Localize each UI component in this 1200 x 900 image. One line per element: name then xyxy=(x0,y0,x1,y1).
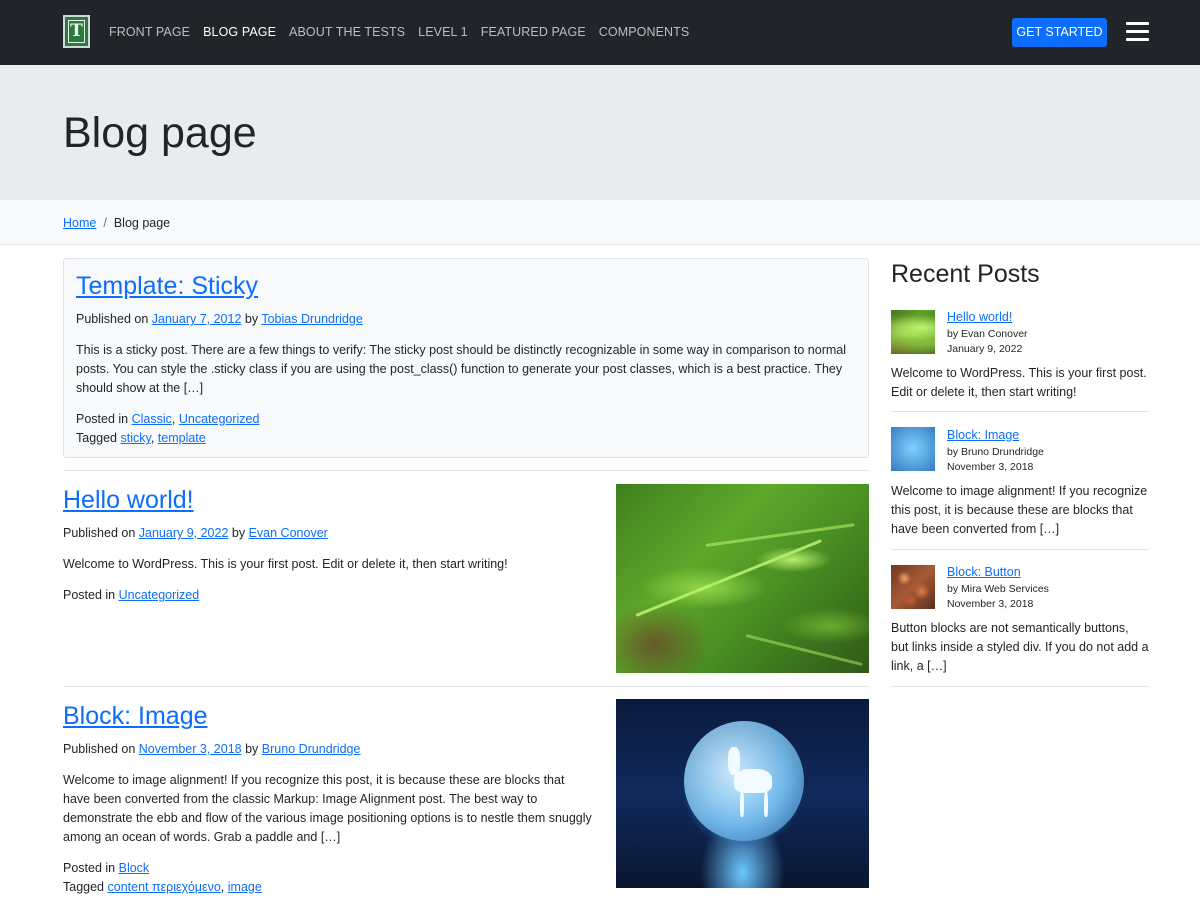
post-excerpt: Welcome to WordPress. This is your first… xyxy=(63,557,508,571)
post-block-image: Block: Image Published on November 3, 20… xyxy=(63,701,593,897)
divider xyxy=(63,470,869,471)
recent-post-date: January 9, 2022 xyxy=(947,343,1023,355)
primary-nav: FRONT PAGE BLOG PAGE ABOUT THE TESTS LEV… xyxy=(109,24,689,40)
recent-post-byline: by Mira Web Services xyxy=(947,583,1049,595)
posted-in-label: Posted in xyxy=(63,861,116,875)
breadcrumb-home-link[interactable]: Home xyxy=(63,216,96,230)
recent-post-link[interactable]: Hello world! xyxy=(947,309,1012,325)
category-link[interactable]: Uncategorized xyxy=(119,588,200,602)
divider xyxy=(891,686,1149,687)
get-started-button[interactable]: GET STARTED xyxy=(1012,18,1107,47)
breadcrumb-separator: / xyxy=(103,216,107,230)
nav-link-front-page[interactable]: FRONT PAGE xyxy=(109,24,190,40)
recent-post-date: November 3, 2018 xyxy=(947,461,1034,473)
tag-link[interactable]: template xyxy=(158,431,206,445)
nav-link-about-the-tests[interactable]: ABOUT THE TESTS xyxy=(289,24,405,40)
breadcrumb-current: Blog page xyxy=(113,216,171,230)
post-thumbnail-unicorn[interactable] xyxy=(616,699,869,888)
divider xyxy=(891,411,1149,412)
post-title-link[interactable]: Block: Image xyxy=(63,702,208,730)
post-categories: Posted in Uncategorized xyxy=(63,586,593,605)
post-title: Hello world! xyxy=(63,485,593,515)
category-link[interactable]: Classic xyxy=(132,412,172,426)
post-tags: Tagged sticky, template xyxy=(76,431,206,445)
tag-link[interactable]: content περιεχόμενο xyxy=(108,880,221,894)
site-logo[interactable]: T xyxy=(63,15,90,48)
posted-in-label: Posted in xyxy=(76,412,129,426)
recent-post-thumbnail[interactable] xyxy=(891,310,935,354)
post-tags: Tagged content περιεχόμενο, image xyxy=(63,880,262,894)
published-label: Published on xyxy=(63,742,136,756)
recent-post-excerpt: Button blocks are not semantically butto… xyxy=(891,621,1149,673)
breadcrumb: Home / Blog page xyxy=(0,200,1200,245)
post-categories: Posted in Block xyxy=(63,859,593,878)
post-meta: Published on November 3, 2018 by Bruno D… xyxy=(63,741,593,757)
post-title-link[interactable]: Template: Sticky xyxy=(76,272,258,300)
nav-link-level-1[interactable]: LEVEL 1 xyxy=(418,24,468,40)
published-label: Published on xyxy=(63,526,136,540)
nav-link-featured-page[interactable]: FEATURED PAGE xyxy=(481,24,586,40)
posted-in-label: Posted in xyxy=(63,588,116,602)
by-label: by xyxy=(244,312,259,326)
recent-posts-title: Recent Posts xyxy=(891,260,1040,288)
by-label: by xyxy=(231,526,246,540)
recent-post-thumbnail[interactable] xyxy=(891,427,935,471)
post-hello-world: Hello world! Published on January 9, 202… xyxy=(63,485,593,605)
divider xyxy=(891,549,1149,550)
tag-link[interactable]: image xyxy=(228,880,262,894)
recent-post-link[interactable]: Block: Button xyxy=(947,564,1021,580)
post-excerpt: This is a sticky post. There are a few t… xyxy=(76,343,847,395)
tagged-label: Tagged xyxy=(76,431,118,445)
recent-post-thumbnail[interactable] xyxy=(891,565,935,609)
post-title: Template: Sticky xyxy=(76,271,856,301)
tag-link[interactable]: sticky xyxy=(121,431,151,445)
post-author-link[interactable]: Evan Conover xyxy=(249,526,328,540)
recent-post-excerpt: Welcome to image alignment! If you recog… xyxy=(891,484,1148,536)
post-sticky: Template: Sticky Published on January 7,… xyxy=(76,271,856,448)
post-meta: Published on January 9, 2022 by Evan Con… xyxy=(63,525,593,541)
hamburger-menu-icon[interactable] xyxy=(1126,22,1149,41)
post-excerpt: Welcome to image alignment! If you recog… xyxy=(63,773,592,844)
post-title-link[interactable]: Hello world! xyxy=(63,486,194,514)
recent-post-link[interactable]: Block: Image xyxy=(947,427,1019,443)
divider xyxy=(63,686,869,687)
recent-post-byline: by Bruno Drundridge xyxy=(947,446,1044,458)
recent-post-excerpt: Welcome to WordPress. This is your first… xyxy=(891,366,1147,399)
post-author-link[interactable]: Tobias Drundridge xyxy=(261,312,362,326)
recent-post-date: November 3, 2018 xyxy=(947,598,1034,610)
post-categories: Posted in Classic, Uncategorized xyxy=(76,412,260,426)
page-title: Blog page xyxy=(63,109,257,157)
category-link[interactable]: Block xyxy=(119,861,150,875)
post-date-link[interactable]: January 9, 2022 xyxy=(139,526,229,540)
post-date-link[interactable]: November 3, 2018 xyxy=(139,742,242,756)
post-meta: Published on January 7, 2012 by Tobias D… xyxy=(76,311,856,327)
page-header: Blog page xyxy=(0,65,1200,200)
recent-post-byline: by Evan Conover xyxy=(947,328,1028,340)
tagged-label: Tagged xyxy=(63,880,105,894)
post-author-link[interactable]: Bruno Drundridge xyxy=(262,742,361,756)
category-link[interactable]: Uncategorized xyxy=(179,412,260,426)
post-date-link[interactable]: January 7, 2012 xyxy=(152,312,242,326)
post-title: Block: Image xyxy=(63,701,593,731)
nav-link-blog-page[interactable]: BLOG PAGE xyxy=(203,24,276,40)
top-navbar: T FRONT PAGE BLOG PAGE ABOUT THE TESTS L… xyxy=(0,0,1200,65)
by-label: by xyxy=(245,742,259,756)
post-thumbnail-fern[interactable] xyxy=(616,484,869,673)
nav-link-components[interactable]: COMPONENTS xyxy=(599,24,690,40)
published-label: Published on xyxy=(76,312,149,326)
